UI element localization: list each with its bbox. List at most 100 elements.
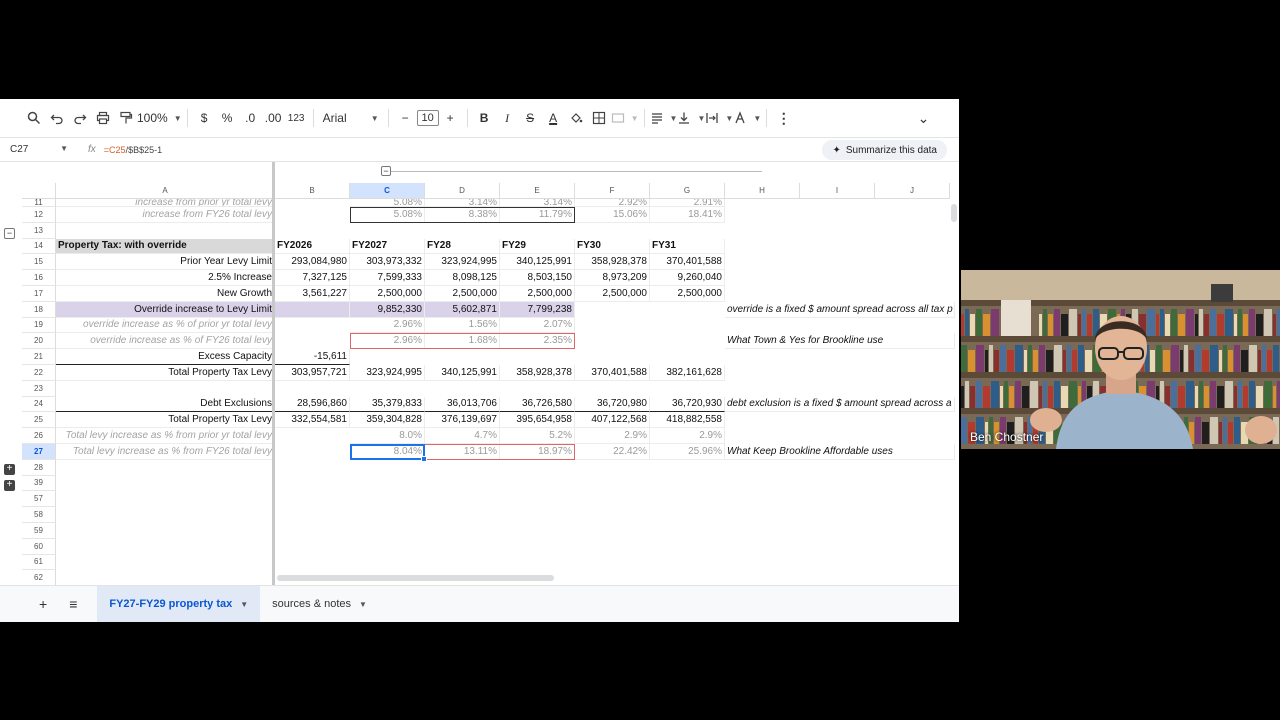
- cell-f27[interactable]: 22.42%: [575, 444, 650, 460]
- cell-d27[interactable]: 13.11%: [425, 444, 500, 460]
- cell-f14[interactable]: FY30: [575, 238, 650, 255]
- cell-b22[interactable]: 303,957,721: [275, 365, 350, 381]
- row-header-17[interactable]: 17: [22, 286, 56, 302]
- row-group-expand-icon[interactable]: +: [4, 464, 15, 475]
- italic-button[interactable]: I: [496, 106, 519, 130]
- row-header-16[interactable]: 16: [22, 270, 56, 286]
- cell-c16[interactable]: 7,599,333: [350, 270, 425, 286]
- cell-b15[interactable]: 293,084,980: [275, 254, 350, 271]
- cell-e19[interactable]: 2.07%: [500, 317, 575, 334]
- cell-b24[interactable]: 28,596,860: [275, 396, 350, 413]
- row-header-15[interactable]: 15: [22, 254, 56, 271]
- cell-d16[interactable]: 8,098,125: [425, 270, 500, 286]
- cell-d17[interactable]: 2,500,000: [425, 286, 500, 302]
- bold-button[interactable]: B: [473, 106, 496, 130]
- cell-e24[interactable]: 36,726,580: [500, 396, 575, 413]
- row-header-28[interactable]: 28: [22, 459, 56, 476]
- cell-a11[interactable]: increase from prior yr total levy: [56, 199, 275, 207]
- row-header-61[interactable]: 61: [22, 554, 56, 571]
- cell-f12[interactable]: 15.06%: [575, 207, 650, 223]
- cell-c20[interactable]: 2.96%: [350, 333, 425, 350]
- cell-a20[interactable]: override increase as % of FY26 total lev…: [56, 333, 275, 350]
- row-header-19[interactable]: 19: [22, 317, 56, 334]
- currency-format-button[interactable]: $: [193, 106, 216, 130]
- percent-format-button[interactable]: %: [216, 106, 239, 130]
- freeze-divider[interactable]: [272, 162, 275, 586]
- zoom-select[interactable]: 100% ▼: [137, 106, 182, 130]
- horizontal-align-icon[interactable]: ▼: [650, 106, 677, 130]
- search-icon[interactable]: [22, 106, 45, 130]
- cell-a22[interactable]: Total Property Tax Levy: [56, 365, 275, 381]
- cell-c22[interactable]: 323,924,995: [350, 365, 425, 381]
- row-header-27[interactable]: 27: [22, 444, 56, 460]
- cell-g22[interactable]: 382,161,628: [650, 365, 725, 381]
- row-header-18[interactable]: 18: [22, 301, 56, 318]
- print-icon[interactable]: [91, 106, 114, 130]
- row-header-26[interactable]: 26: [22, 428, 56, 444]
- column-header-f[interactable]: F: [575, 183, 650, 199]
- cell-c18[interactable]: 9,852,330: [350, 301, 425, 318]
- collapse-group-icon[interactable]: −: [381, 166, 391, 176]
- font-select[interactable]: Arial ▼: [319, 106, 383, 130]
- row-header-14[interactable]: 14: [22, 238, 56, 255]
- column-header-b[interactable]: B: [275, 183, 350, 199]
- paint-format-icon[interactable]: [114, 106, 137, 130]
- text-wrapping-icon[interactable]: ▼: [705, 106, 733, 130]
- cell-f26[interactable]: 2.9%: [575, 428, 650, 444]
- cell-a27[interactable]: Total levy increase as % from FY26 total…: [56, 444, 275, 460]
- more-options-icon[interactable]: ⋮: [772, 106, 795, 130]
- cell-d22[interactable]: 340,125,991: [425, 365, 500, 381]
- cell-d12[interactable]: 8.38%: [425, 207, 500, 223]
- more-formats-button[interactable]: 123: [285, 106, 308, 130]
- cell-f25[interactable]: 407,122,568: [575, 412, 650, 429]
- sheet-grid[interactable]: − ABCDEFGHIJ 11 increase from prior yr to…: [0, 161, 959, 587]
- cell-e20[interactable]: 2.35%: [500, 333, 575, 350]
- collapse-menu-icon[interactable]: ⌄: [912, 106, 935, 130]
- cell-e11[interactable]: 3.14%: [500, 199, 575, 207]
- column-header-d[interactable]: D: [425, 183, 500, 199]
- cell-a24[interactable]: Debt Exclusions: [56, 396, 275, 413]
- cell-d15[interactable]: 323,924,995: [425, 254, 500, 271]
- cell-a17[interactable]: New Growth: [56, 286, 275, 302]
- cell-g15[interactable]: 370,401,588: [650, 254, 725, 271]
- cell-a19[interactable]: override increase as % of prior yr total…: [56, 317, 275, 334]
- cell-c27[interactable]: 8.04%: [350, 444, 425, 460]
- formula-input[interactable]: =C25/$B$25-1: [104, 145, 162, 155]
- cell-a14[interactable]: Property Tax: with override: [56, 238, 275, 255]
- text-rotation-icon[interactable]: ▼: [733, 106, 761, 130]
- cell-b17[interactable]: 3,561,227: [275, 286, 350, 302]
- cell-h18[interactable]: override is a fixed $ amount spread acro…: [725, 301, 955, 318]
- row-header-58[interactable]: 58: [22, 507, 56, 523]
- row-header-60[interactable]: 60: [22, 538, 56, 555]
- cell-g24[interactable]: 36,720,930: [650, 396, 725, 413]
- cell-h24[interactable]: debt exclusion is a fixed $ amount sprea…: [725, 396, 955, 413]
- row-group-expand-icon[interactable]: +: [4, 480, 15, 491]
- cell-b16[interactable]: 7,327,125: [275, 270, 350, 286]
- tab-fy27-fy29-property-tax[interactable]: FY27-FY29 property tax ▼: [97, 585, 261, 622]
- cell-f24[interactable]: 36,720,980: [575, 396, 650, 413]
- vertical-scrollbar[interactable]: [951, 204, 957, 222]
- decrease-decimal-button[interactable]: .0: [239, 106, 262, 130]
- tab-sources-notes[interactable]: sources & notes ▼: [260, 586, 379, 623]
- cell-a12[interactable]: increase from FY26 total levy: [56, 207, 275, 223]
- cell-a16[interactable]: 2.5% Increase: [56, 270, 275, 286]
- column-header-h[interactable]: H: [725, 183, 800, 199]
- row-header-24[interactable]: 24: [22, 396, 56, 413]
- cell-c24[interactable]: 35,379,833: [350, 396, 425, 413]
- row-header-25[interactable]: 25: [22, 412, 56, 429]
- cell-d19[interactable]: 1.56%: [425, 317, 500, 334]
- cell-a18[interactable]: Override increase to Levy Limit: [56, 301, 275, 318]
- row-header-59[interactable]: 59: [22, 523, 56, 539]
- cell-d24[interactable]: 36,013,706: [425, 396, 500, 413]
- cell-a25[interactable]: Total Property Tax Levy: [56, 412, 275, 429]
- all-sheets-button[interactable]: ≡: [47, 586, 77, 623]
- row-header-12[interactable]: 12: [22, 207, 56, 223]
- cell-d14[interactable]: FY28: [425, 238, 500, 255]
- cell-f22[interactable]: 370,401,588: [575, 365, 650, 381]
- row-header-62[interactable]: 62: [22, 570, 56, 587]
- increase-decimal-button[interactable]: .00: [262, 106, 285, 130]
- cell-g25[interactable]: 418,882,558: [650, 412, 725, 429]
- cell-f15[interactable]: 358,928,378: [575, 254, 650, 271]
- font-size-decrease-button[interactable]: −: [394, 106, 417, 130]
- cell-b21[interactable]: -15,611: [275, 349, 350, 365]
